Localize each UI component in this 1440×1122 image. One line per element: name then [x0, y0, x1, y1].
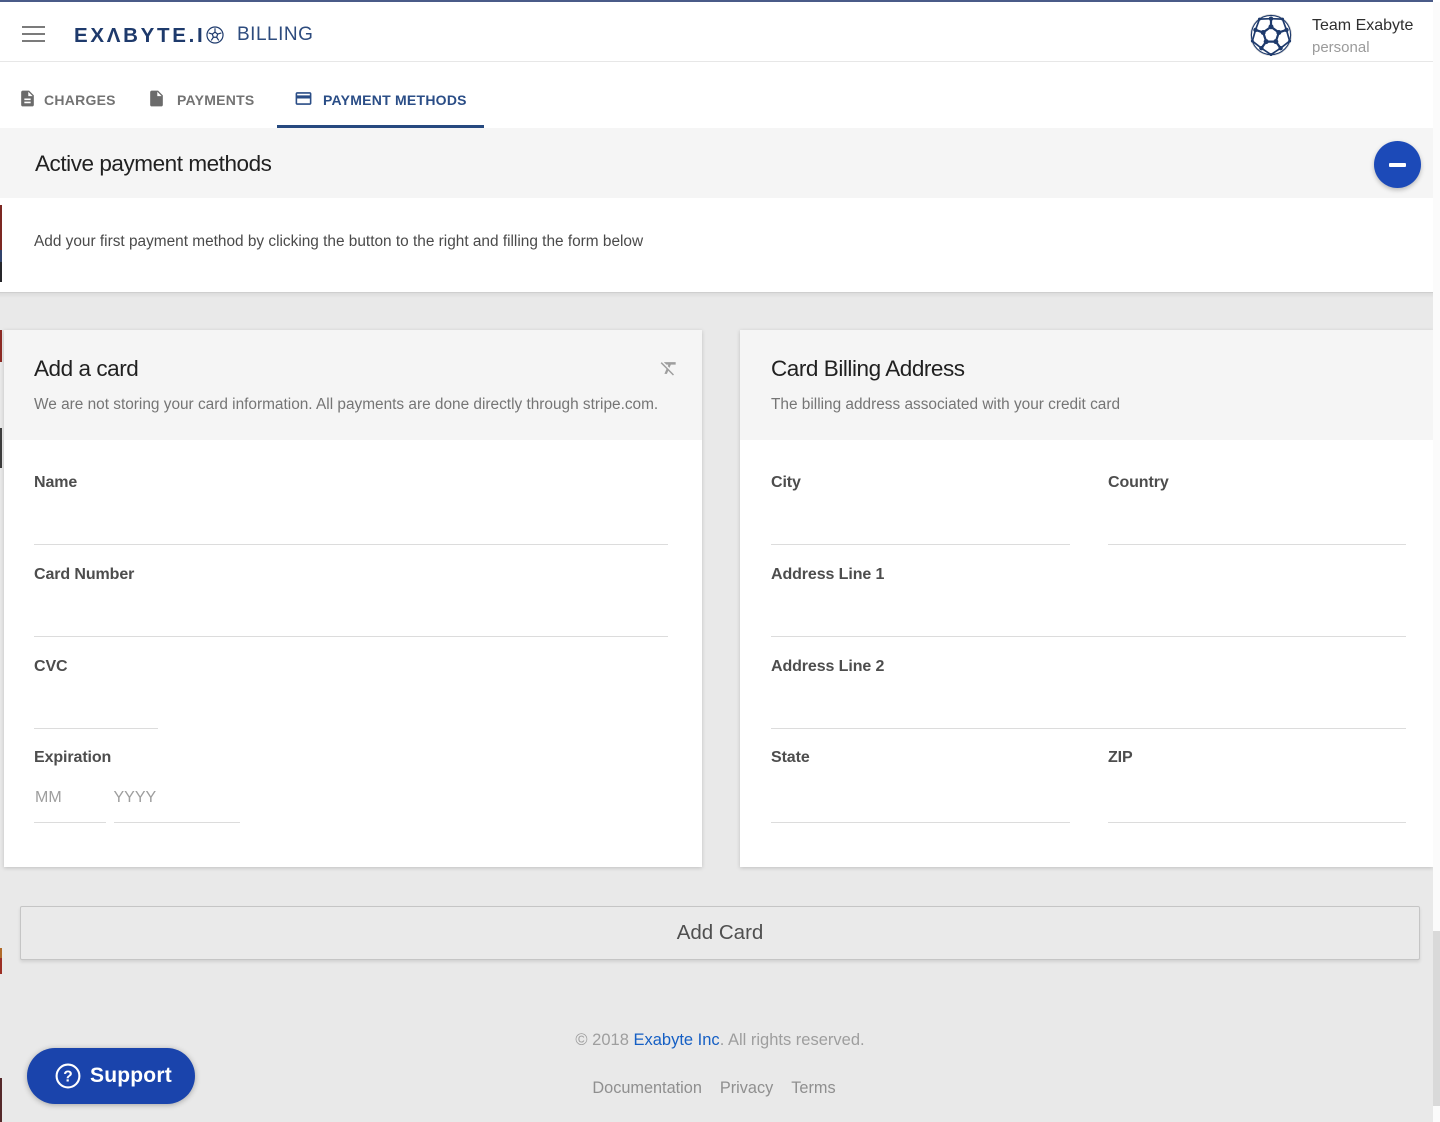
svg-text:?: ? — [63, 1069, 72, 1086]
